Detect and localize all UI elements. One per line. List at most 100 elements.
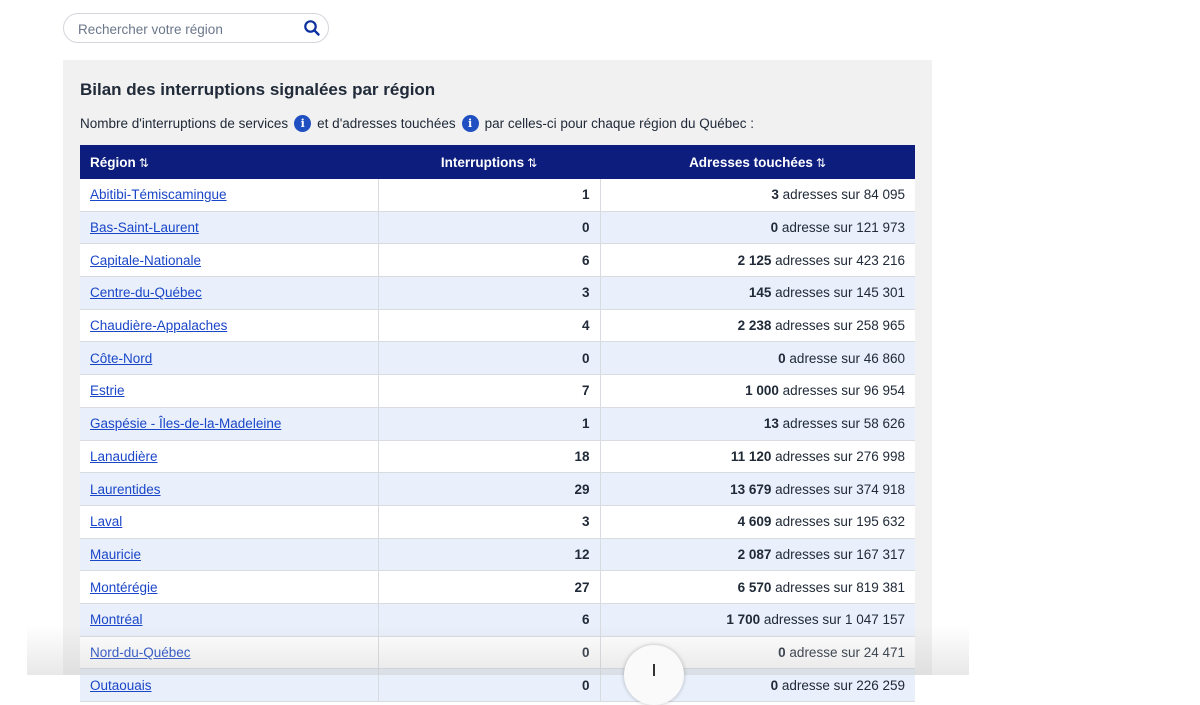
header-region[interactable]: Région ⇅ (80, 145, 378, 179)
regions-table: Région ⇅ Interruptions ⇅ Adresses touchées… (80, 145, 915, 702)
region-cell: Montréal (80, 603, 379, 637)
affected-count: 3 (771, 187, 779, 203)
region-link[interactable]: Côte-Nord (90, 351, 152, 366)
panel-title: Bilan des interruptions signalées par ré… (80, 80, 436, 99)
addresses-cell: 1 000 adresses sur 96 954 (600, 374, 915, 408)
interruptions-cell: 3 (378, 276, 601, 310)
total-addresses: adresse sur 46 860 (789, 350, 905, 366)
region-cell: Bas-Saint-Laurent (80, 211, 379, 245)
sort-icon[interactable]: ⇅ (527, 156, 537, 170)
sort-icon[interactable]: ⇅ (139, 156, 149, 170)
affected-count: 4 609 (737, 514, 772, 530)
addresses-cell: 145 adresses sur 145 301 (600, 276, 915, 310)
header-region-label: Région (90, 154, 136, 170)
addresses-cell: 2 125 adresses sur 423 216 (600, 243, 915, 278)
region-link[interactable]: Laurentides (90, 482, 161, 497)
region-cell: Abitibi-Témiscamingue (80, 179, 379, 212)
total-addresses: adresses sur 374 918 (775, 481, 905, 497)
interruptions-cell: 6 (378, 243, 601, 278)
affected-count: 145 (748, 285, 772, 301)
region-link[interactable]: Abitibi-Témiscamingue (90, 187, 227, 202)
header-interruptions-label: Interruptions (440, 154, 525, 170)
table-row: Nord-du-Québec 0 0 adresse sur 24 471 (80, 636, 915, 670)
region-link[interactable]: Outaouais (90, 678, 152, 693)
sort-icon[interactable]: ⇅ (816, 156, 826, 170)
interruptions-cell: 6 (378, 603, 601, 637)
table-row: Outaouais 0 0 adresse sur 226 259 (80, 668, 915, 702)
region-link[interactable]: Gaspésie - Îles-de-la-Madeleine (90, 416, 281, 431)
table-row: Montérégie 27 6 570 adresses sur 819 381 (80, 570, 915, 604)
region-cell: Laurentides (80, 472, 379, 506)
addresses-cell: 11 120 adresses sur 276 998 (600, 440, 915, 474)
interruptions-cell: 0 (378, 636, 601, 670)
header-interruptions[interactable]: Interruptions ⇅ (378, 145, 600, 179)
interruptions-cell: 3 (378, 505, 601, 539)
region-link[interactable]: Chaudière-Appalaches (90, 318, 227, 333)
table-header-row: Région ⇅ Interruptions ⇅ Adresses touchées… (80, 145, 915, 179)
region-link[interactable]: Lanaudière (90, 449, 158, 464)
addresses-cell: 3 adresses sur 84 095 (600, 179, 915, 212)
total-addresses: adresses sur 84 095 (782, 187, 905, 203)
total-addresses: adresses sur 423 216 (775, 252, 905, 268)
addresses-cell: 13 adresses sur 58 626 (600, 407, 915, 441)
description-text-2: et d'adresses touchées (317, 116, 456, 131)
region-link[interactable]: Capitale-Nationale (90, 253, 201, 268)
addresses-cell: 13 679 adresses sur 374 918 (600, 472, 915, 506)
interruptions-cell: 1 (378, 179, 601, 212)
total-addresses: adresses sur 58 626 (782, 416, 905, 432)
region-cell: Centre-du-Québec (80, 276, 379, 310)
total-addresses: adresses sur 819 381 (775, 579, 905, 595)
affected-count: 1 000 (745, 383, 779, 399)
interruptions-cell: 1 (378, 407, 601, 441)
table-row: Lanaudière 18 11 120 adresses sur 276 998 (80, 440, 915, 474)
region-cell: Côte-Nord (80, 341, 379, 376)
region-link[interactable]: Laval (90, 514, 122, 529)
region-link[interactable]: Nord-du-Québec (90, 645, 191, 660)
addresses-cell: 2 087 adresses sur 167 317 (600, 538, 915, 572)
table-row: Centre-du-Québec 3 145 adresses sur 145 30… (80, 276, 915, 310)
total-addresses: adresses sur 258 965 (775, 318, 905, 334)
table-row: Gaspésie - Îles-de-la-Madeleine 1 13 adres… (80, 407, 915, 441)
region-cell: Gaspésie - Îles-de-la-Madeleine (80, 407, 379, 441)
total-addresses: adresse sur 24 471 (789, 644, 905, 660)
affected-count: 0 (770, 677, 779, 693)
panel-description: Nombre d'interruptions de services i et … (80, 115, 754, 132)
region-link[interactable]: Centre-du-Québec (90, 285, 202, 300)
interruptions-cell: 12 (378, 538, 601, 572)
total-addresses: adresses sur 1 047 157 (763, 612, 905, 628)
interruptions-cell: 0 (378, 668, 601, 702)
total-addresses: adresse sur 121 973 (781, 220, 905, 236)
table-row: Abitibi-Témiscamingue 1 3 adresses sur 84 … (80, 179, 915, 212)
affected-count: 11 120 (730, 448, 772, 464)
table-row: Capitale-Nationale 6 2 125 adresses sur 42… (80, 243, 915, 278)
interruptions-cell: 27 (378, 570, 601, 604)
addresses-cell: 4 609 adresses sur 195 632 (600, 505, 915, 539)
affected-count: 0 (778, 644, 786, 660)
total-addresses: adresse sur 226 259 (781, 677, 905, 693)
region-link[interactable]: Bas-Saint-Laurent (90, 220, 199, 235)
table-row: Estrie 7 1 000 adresses sur 96 954 (80, 374, 915, 408)
region-link[interactable]: Montérégie (90, 580, 158, 595)
interruptions-cell: 18 (378, 440, 601, 474)
interruptions-cell: 4 (378, 309, 601, 343)
info-icon[interactable]: i (294, 115, 312, 132)
total-addresses: adresses sur 96 954 (782, 383, 905, 399)
info-icon[interactable]: i (461, 115, 479, 132)
affected-count: 0 (770, 220, 779, 236)
region-link[interactable]: Montréal (90, 612, 143, 627)
region-link[interactable]: Mauricie (90, 547, 141, 562)
search-box (63, 13, 329, 43)
region-link[interactable]: Estrie (90, 383, 125, 398)
total-addresses: adresses sur 276 998 (775, 448, 905, 464)
table-row: Mauricie 12 2 087 adresses sur 167 317 (80, 538, 915, 572)
search-input[interactable] (76, 18, 295, 40)
addresses-cell: 6 570 adresses sur 819 381 (600, 570, 915, 604)
table-row: Montréal 6 1 700 adresses sur 1 047 157 (80, 603, 915, 637)
region-cell: Nord-du-Québec (80, 636, 379, 670)
scroll-down-button[interactable] (624, 645, 684, 705)
header-addresses[interactable]: Adresses touchées ⇅ (600, 145, 915, 179)
addresses-cell: 1 700 adresses sur 1 047 157 (600, 603, 915, 637)
table-row: Côte-Nord 0 0 adresse sur 46 860 (80, 341, 915, 376)
search-icon[interactable] (303, 19, 321, 37)
region-cell: Montérégie (80, 570, 379, 604)
